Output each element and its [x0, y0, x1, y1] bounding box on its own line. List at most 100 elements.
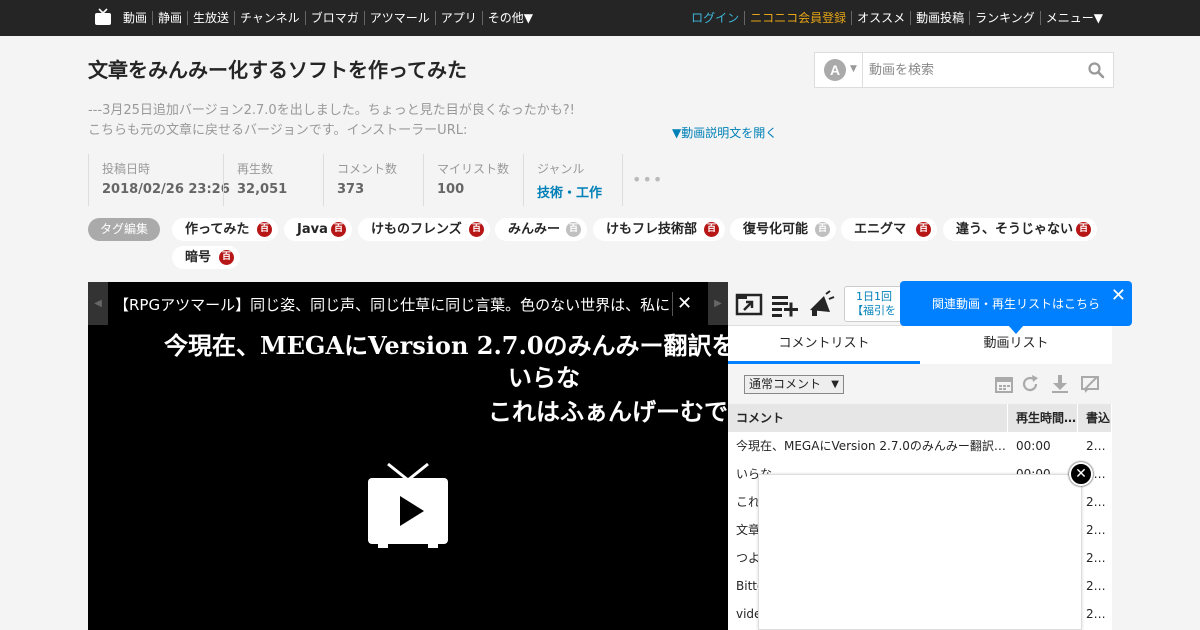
nav-item-recommend[interactable]: オススメ — [851, 11, 910, 25]
refresh-icon[interactable] — [1020, 374, 1040, 394]
video-player[interactable]: ◀ 【RPGアツマール】同じ姿、同じ声、同じ仕草に同じ言葉。色のない世界は、私に… — [88, 282, 760, 630]
dictionary-icon[interactable]: 百 — [916, 222, 931, 237]
nav-item-live[interactable]: 生放送 — [187, 11, 234, 25]
tag-edit-button[interactable]: タグ編集 — [88, 218, 160, 241]
comment-type-select[interactable]: 通常コメント ▼ — [744, 375, 844, 394]
comment-table-header: コメント 再生時間… 書込 — [728, 404, 1112, 432]
tag-item[interactable]: 暗号百 — [172, 246, 240, 269]
overlay-ad-panel[interactable] — [758, 474, 1082, 630]
register-link[interactable]: ニコニコ会員登録 — [744, 11, 851, 25]
search-mode-selector[interactable]: A ▼ — [815, 53, 863, 87]
table-row[interactable]: 今現在、MEGAにVersion 2.7.0のみんみー翻訳… 00:00 2018 — [728, 432, 1112, 460]
marquee-close-button[interactable]: ✕ — [672, 292, 696, 316]
play-icon[interactable] — [366, 462, 450, 550]
dictionary-icon[interactable]: 百 — [704, 222, 719, 237]
description-line: ---3月25日追加バージョン2.7.0を出しました。ちょっと見た目が良くなった… — [88, 103, 575, 118]
tag-item[interactable]: 復号化可能百 — [730, 218, 836, 241]
search-input[interactable] — [869, 59, 1079, 81]
stat-label: 再生数 — [237, 162, 274, 176]
cell-time: 00:00 — [1016, 439, 1051, 453]
nav-item-upload[interactable]: 動画投稿 — [910, 11, 969, 25]
related-videos-tooltip[interactable]: 関連動画・再生リストはこちら ✕ — [900, 281, 1132, 334]
nav-item-more[interactable]: その他▼ — [481, 11, 538, 25]
column-date[interactable]: 書込 — [1078, 404, 1112, 432]
column-time[interactable]: 再生時間… — [1008, 404, 1078, 432]
tag-label: 復号化可能 — [743, 222, 809, 237]
nav-item-atsumaru[interactable]: アツマール — [363, 11, 435, 25]
share-icon[interactable] — [734, 290, 764, 318]
stat-value: 32,051 — [237, 182, 288, 197]
calendar-icon[interactable] — [994, 374, 1014, 394]
dictionary-icon[interactable]: 百 — [469, 222, 484, 237]
tag-label: けものフレンズ — [371, 222, 462, 237]
overlay-close-button[interactable]: ✕ — [1069, 462, 1093, 486]
dictionary-icon[interactable]: 百 — [1076, 222, 1091, 237]
stat-value: 373 — [337, 182, 365, 197]
niconico-tv-icon[interactable] — [94, 8, 112, 26]
marquee-prev-button[interactable]: ◀ — [88, 282, 108, 325]
flowing-comment: これはふぁんげーむで — [488, 397, 728, 426]
select-value: 通常コメント — [749, 377, 822, 391]
marquee-text[interactable]: 【RPGアツマール】同じ姿、同じ声、同じ仕草に同じ言葉。色のない世界は、私に — [114, 294, 670, 315]
flowing-comment: いらな — [508, 363, 580, 392]
login-link[interactable]: ログイン — [686, 11, 744, 25]
description-toggle-link[interactable]: ▼動画説明文を開く — [672, 124, 777, 141]
stat-mylist: マイリスト数 100 — [423, 154, 523, 206]
stat-value: 100 — [437, 182, 465, 197]
autoscroll-icon[interactable] — [1050, 374, 1070, 394]
dictionary-icon[interactable]: 百 — [331, 222, 346, 237]
tag-item[interactable]: 違う、そうじゃない百 — [943, 218, 1097, 241]
nav-right: ログイン ニコニコ会員登録 オススメ 動画投稿 ランキング メニュー▼ — [686, 0, 1108, 36]
more-stats-button[interactable]: ••• — [632, 170, 663, 189]
tag-item[interactable]: Java 百 — [284, 218, 352, 241]
tag-label: けもフレ技術部 — [606, 222, 698, 237]
promo-line: 1日1回 — [856, 290, 892, 303]
marquee-next-button[interactable]: ▶ — [708, 282, 728, 325]
nav-item-menu[interactable]: メニュー▼ — [1039, 11, 1108, 25]
dictionary-icon[interactable]: 百 — [219, 250, 234, 265]
chevron-down-icon: ▼ — [831, 379, 839, 390]
search-box: A ▼ — [814, 52, 1114, 88]
video-stats: 投稿日時 2018/02/26 23:26 再生数 32,051 コメント数 3… — [88, 154, 623, 206]
video-description: ---3月25日追加バージョン2.7.0を出しました。ちょっと見た目が良くなった… — [88, 101, 575, 141]
nav-item-seiga[interactable]: 静画 — [152, 11, 187, 25]
column-comment[interactable]: コメント — [728, 404, 1008, 432]
cell-date: 2018 — [1086, 579, 1112, 593]
global-nav-bar: 動画 静画 生放送 チャンネル ブロマガ アツマール アプリ その他▼ ログイン… — [0, 0, 1200, 36]
genre-link[interactable]: 技術・工作 — [537, 182, 609, 201]
nav-item-video[interactable]: 動画 — [118, 11, 152, 25]
tag-item[interactable]: みんみー百 — [495, 218, 587, 241]
tab-comment-list[interactable]: コメントリスト — [728, 326, 920, 364]
tag-item[interactable]: けもフレ技術部百 — [593, 218, 725, 241]
tag-item[interactable]: けものフレンズ百 — [358, 218, 490, 241]
search-mode-icon: A — [824, 59, 846, 81]
description-line: こちらも元の文章に戻せるバージョンです。インストーラーURL: — [88, 123, 468, 138]
tooltip-text: 関連動画・再生リストはこちら — [932, 297, 1101, 311]
stat-comments: コメント数 373 — [323, 154, 423, 206]
dictionary-icon[interactable]: 百 — [566, 222, 581, 237]
cell-date: 2018 — [1086, 551, 1112, 565]
tag-item[interactable]: 作ってみた百 — [172, 218, 278, 241]
cell-date: 2018 — [1086, 439, 1112, 453]
search-icon[interactable] — [1087, 61, 1105, 79]
marquee-bar: ◀ 【RPGアツマール】同じ姿、同じ声、同じ仕草に同じ言葉。色のない世界は、私に… — [88, 282, 728, 325]
hide-comments-icon[interactable] — [1080, 374, 1100, 394]
nav-item-ranking[interactable]: ランキング — [969, 11, 1040, 25]
tag-label: 作ってみた — [185, 222, 250, 237]
promo-banner[interactable]: 1日1回 【福引を — [844, 286, 904, 322]
promo-line: 【福引を — [852, 304, 896, 317]
stat-value: 2018/02/26 23:26 — [102, 182, 230, 197]
close-icon[interactable]: ✕ — [1111, 285, 1126, 306]
dictionary-icon[interactable]: 百 — [815, 222, 830, 237]
tag-item[interactable]: エニグマ百 — [841, 218, 937, 241]
nav-item-app[interactable]: アプリ — [434, 11, 482, 25]
stat-label: ジャンル — [537, 162, 585, 176]
megaphone-icon[interactable] — [806, 290, 836, 318]
add-playlist-icon[interactable] — [770, 290, 800, 318]
nav-item-blomaga[interactable]: ブロマガ — [304, 11, 364, 25]
tag-label: 暗号 — [185, 250, 212, 265]
nav-item-channel[interactable]: チャンネル — [234, 11, 305, 25]
dictionary-icon[interactable]: 百 — [257, 222, 272, 237]
panel-tabs: コメントリスト 動画リスト — [728, 326, 1112, 364]
tag-label: Java — [297, 222, 328, 237]
